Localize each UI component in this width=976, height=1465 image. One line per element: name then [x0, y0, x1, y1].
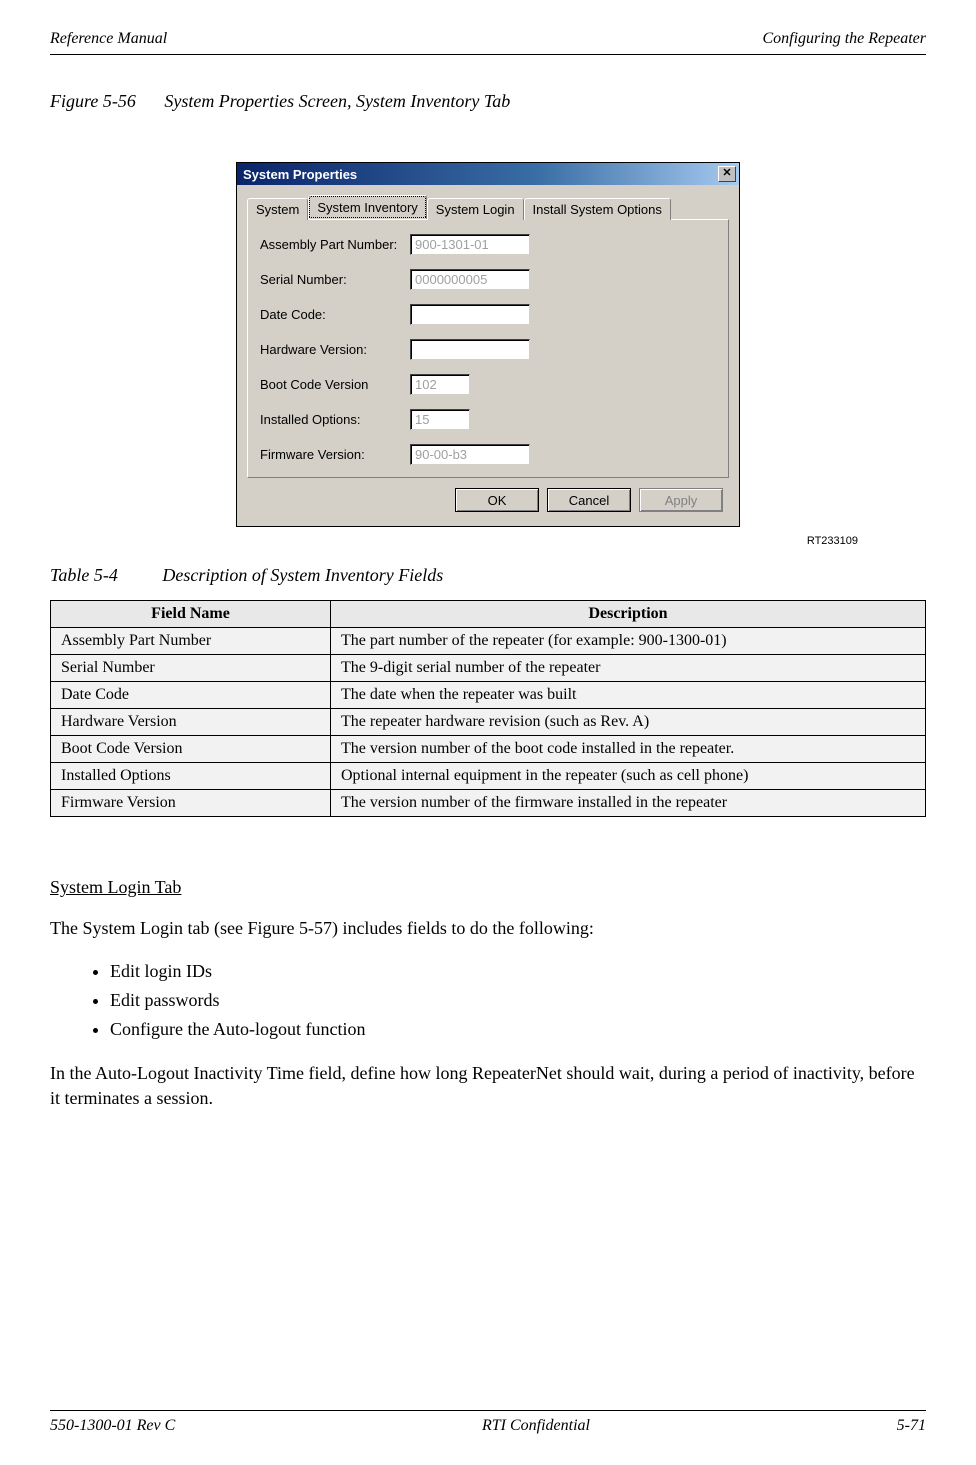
- date-code-label: Date Code:: [260, 307, 410, 322]
- list-item: Configure the Auto-logout function: [110, 1016, 926, 1043]
- table-header-row: Field Name Description: [51, 601, 926, 628]
- section-heading: System Login Tab: [50, 877, 926, 898]
- page-footer: 550-1300-01 Rev C RTI Confidential 5-71: [50, 1410, 926, 1435]
- dialog-titlebar[interactable]: System Properties ✕: [237, 163, 739, 185]
- col-description: Description: [331, 601, 926, 628]
- list-item: Edit login IDs: [110, 958, 926, 985]
- header-right: Configuring the Repeater: [762, 30, 926, 48]
- ok-button[interactable]: OK: [455, 488, 539, 512]
- hardware-version-label: Hardware Version:: [260, 342, 410, 357]
- cancel-button[interactable]: Cancel: [547, 488, 631, 512]
- field-row: Boot Code Version: [260, 374, 716, 395]
- field-row: Installed Options:: [260, 409, 716, 430]
- firmware-version-input[interactable]: [410, 444, 530, 465]
- tab-panel: Assembly Part Number: Serial Number: Dat…: [247, 219, 729, 478]
- table-title: Description of System Inventory Fields: [162, 565, 443, 585]
- tabs-row: System System Inventory System Login Ins…: [247, 195, 729, 219]
- hardware-version-input[interactable]: [410, 339, 530, 360]
- header-left: Reference Manual: [50, 30, 167, 48]
- table-row: Firmware VersionThe version number of th…: [51, 790, 926, 817]
- col-field-name: Field Name: [51, 601, 331, 628]
- installed-options-label: Installed Options:: [260, 412, 410, 427]
- table-row: Boot Code VersionThe version number of t…: [51, 736, 926, 763]
- close-icon[interactable]: ✕: [718, 166, 736, 182]
- footer-left: 550-1300-01 Rev C: [50, 1417, 175, 1435]
- serial-number-label: Serial Number:: [260, 272, 410, 287]
- installed-options-input[interactable]: [410, 409, 470, 430]
- table-number: Table 5-4: [50, 565, 118, 585]
- table-row: Serial NumberThe 9-digit serial number o…: [51, 655, 926, 682]
- serial-number-input[interactable]: [410, 269, 530, 290]
- boot-code-version-input[interactable]: [410, 374, 470, 395]
- tab-install-system-options[interactable]: Install System Options: [524, 198, 671, 220]
- table-caption: Table 5-4 Description of System Inventor…: [50, 565, 926, 586]
- boot-code-version-label: Boot Code Version: [260, 377, 410, 392]
- tab-system-inventory[interactable]: System Inventory: [308, 195, 426, 219]
- field-row: Date Code:: [260, 304, 716, 325]
- table-row: Installed Options Optional internal equi…: [51, 763, 926, 790]
- table-row: Hardware VersionThe repeater hardware re…: [51, 709, 926, 736]
- field-row: Firmware Version:: [260, 444, 716, 465]
- figure-number: Figure 5-56: [50, 91, 136, 111]
- system-properties-dialog: System Properties ✕ System System Invent…: [236, 162, 740, 527]
- description-table: Field Name Description Assembly Part Num…: [50, 600, 926, 817]
- field-row: Hardware Version:: [260, 339, 716, 360]
- section-paragraph: In the Auto-Logout Inactivity Time field…: [50, 1061, 926, 1110]
- image-id: RT233109: [118, 535, 858, 547]
- apply-button[interactable]: Apply: [639, 488, 723, 512]
- assembly-part-number-input[interactable]: [410, 234, 530, 255]
- section-intro: The System Login tab (see Figure 5-57) i…: [50, 916, 926, 940]
- list-item: Edit passwords: [110, 987, 926, 1014]
- date-code-input[interactable]: [410, 304, 530, 325]
- dialog-title: System Properties: [243, 167, 357, 182]
- figure-title: System Properties Screen, System Invento…: [164, 91, 510, 111]
- table-row: Assembly Part NumberThe part number of t…: [51, 628, 926, 655]
- tab-system[interactable]: System: [247, 198, 308, 220]
- field-row: Serial Number:: [260, 269, 716, 290]
- table-row: Date CodeThe date when the repeater was …: [51, 682, 926, 709]
- assembly-part-number-label: Assembly Part Number:: [260, 237, 410, 252]
- field-row: Assembly Part Number:: [260, 234, 716, 255]
- figure-caption: Figure 5-56 System Properties Screen, Sy…: [50, 91, 926, 112]
- tab-system-login[interactable]: System Login: [427, 198, 524, 220]
- bullet-list: Edit login IDs Edit passwords Configure …: [110, 958, 926, 1043]
- firmware-version-label: Firmware Version:: [260, 447, 410, 462]
- footer-right: 5-71: [897, 1417, 926, 1435]
- page-header: Reference Manual Configuring the Repeate…: [50, 30, 926, 55]
- footer-center: RTI Confidential: [482, 1417, 590, 1435]
